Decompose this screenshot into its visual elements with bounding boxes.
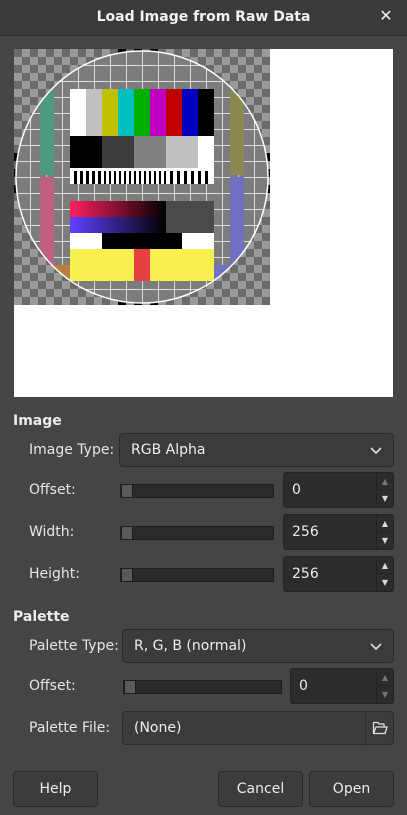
- width-value: 256: [292, 524, 319, 540]
- image-section-heading: Image: [13, 413, 62, 429]
- spin-up-icon[interactable]: ▲: [377, 669, 393, 686]
- height-slider[interactable]: [120, 568, 274, 582]
- offset-label: Offset:: [29, 482, 76, 498]
- height-slider-handle[interactable]: [121, 568, 133, 582]
- open-file-button[interactable]: [365, 712, 393, 746]
- offset-spinbox[interactable]: 0 ▲ ▼: [283, 472, 394, 508]
- spin-up-icon[interactable]: ▲: [377, 515, 393, 532]
- cancel-button[interactable]: Cancel: [218, 771, 303, 807]
- width-slider-handle[interactable]: [121, 526, 133, 540]
- open-button[interactable]: Open: [309, 771, 394, 807]
- palette-type-value: R, G, B (normal): [134, 638, 247, 654]
- offset-slider[interactable]: [120, 484, 274, 498]
- image-type-combo[interactable]: RGB Alpha: [119, 433, 394, 467]
- height-value: 256: [292, 566, 319, 582]
- chevron-down-icon: [370, 447, 382, 455]
- palette-type-combo[interactable]: R, G, B (normal): [122, 629, 394, 663]
- title-bar: Load Image from Raw Data ✕: [0, 0, 407, 36]
- palette-file-label: Palette File:: [29, 720, 111, 736]
- help-button[interactable]: Help: [13, 771, 98, 807]
- spin-down-icon[interactable]: ▼: [377, 490, 393, 507]
- spin-down-icon[interactable]: ▼: [377, 686, 393, 703]
- spin-down-icon[interactable]: ▼: [377, 574, 393, 591]
- palette-type-label: Palette Type:: [29, 638, 119, 654]
- open-file-icon: [372, 721, 388, 735]
- offset-value: 0: [292, 482, 301, 498]
- palette-offset-label: Offset:: [29, 678, 76, 694]
- spin-up-icon[interactable]: ▲: [377, 473, 393, 490]
- width-spinbox[interactable]: 256 ▲ ▼: [283, 514, 394, 550]
- image-type-label: Image Type:: [29, 442, 115, 458]
- palette-offset-slider[interactable]: [123, 680, 282, 694]
- palette-offset-value: 0: [299, 678, 308, 694]
- spin-down-icon[interactable]: ▼: [377, 532, 393, 549]
- palette-section-heading: Palette: [13, 609, 70, 625]
- dialog-title: Load Image from Raw Data: [96, 9, 311, 25]
- width-slider[interactable]: [120, 526, 274, 540]
- image-preview: [14, 49, 393, 397]
- palette-file-value: (None): [134, 720, 182, 736]
- palette-offset-spinbox[interactable]: 0 ▲ ▼: [290, 668, 394, 704]
- chevron-down-icon: [370, 643, 382, 651]
- spin-up-icon[interactable]: ▲: [377, 557, 393, 574]
- height-label: Height:: [29, 566, 80, 582]
- test-card-preview: [14, 49, 270, 305]
- height-spinbox[interactable]: 256 ▲ ▼: [283, 556, 394, 592]
- offset-slider-handle[interactable]: [121, 484, 133, 498]
- image-type-value: RGB Alpha: [131, 442, 206, 458]
- close-icon[interactable]: ✕: [377, 7, 395, 25]
- width-label: Width:: [29, 524, 75, 540]
- palette-offset-slider-handle[interactable]: [124, 680, 136, 694]
- palette-file-chooser[interactable]: (None): [122, 711, 394, 746]
